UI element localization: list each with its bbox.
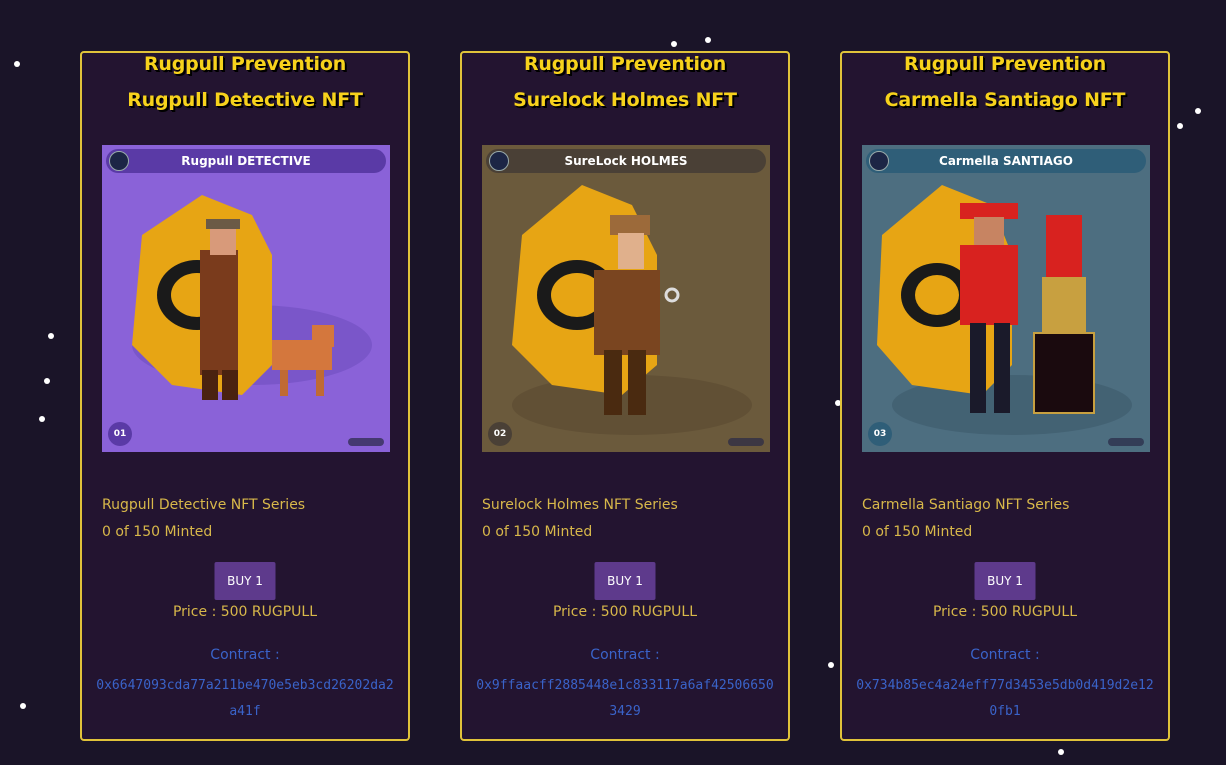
contract-label[interactable]: Contract : xyxy=(462,647,788,663)
price-label: Price : 500 RUGPULL xyxy=(552,604,698,620)
star xyxy=(671,41,677,47)
price-label: Price : 500 RUGPULL xyxy=(172,604,318,620)
series-label: Carmella Santiago NFT Series xyxy=(862,497,1070,513)
nft-number: 01 xyxy=(108,422,132,446)
star xyxy=(705,37,711,43)
detective-artwork xyxy=(132,195,372,400)
nft-banner-text: Carmella SANTIAGO xyxy=(939,154,1073,168)
holmes-artwork xyxy=(512,185,752,435)
nft-tag xyxy=(728,438,764,446)
nft-banner: Rugpull DETECTIVE xyxy=(106,149,386,173)
card-title: Rugpull Prevention xyxy=(903,53,1107,75)
star xyxy=(44,378,50,384)
nft-number: 02 xyxy=(488,422,512,446)
contract-address-link[interactable]: 0x9ffaacff2885448e1c833117a6af4250665034… xyxy=(476,673,774,725)
series-label: Surelock Holmes NFT Series xyxy=(482,497,678,513)
badge-icon xyxy=(109,151,129,171)
nft-banner-text: Rugpull DETECTIVE xyxy=(181,154,311,168)
star xyxy=(20,703,26,709)
contract-address-link[interactable]: 0x734b85ec4a24eff77d3453e5db0d419d2e120f… xyxy=(856,673,1154,725)
star xyxy=(1177,123,1183,129)
nft-image: SureLock HOLMES 02 xyxy=(482,145,770,452)
nft-image: Rugpull DETECTIVE 01 xyxy=(102,145,390,452)
nft-image: Carmella SANTIAGO 03 xyxy=(862,145,1150,452)
card-title: Rugpull Prevention xyxy=(143,53,347,75)
nft-tag xyxy=(1108,438,1144,446)
contract-label[interactable]: Contract : xyxy=(842,647,1168,663)
nft-card: Rugpull Prevention Carmella Santiago NFT… xyxy=(840,51,1170,741)
contract-address-link[interactable]: 0x6647093cda77a211be470e5eb3cd26202da2a4… xyxy=(96,673,394,725)
minted-count: 0 of 150 Minted xyxy=(482,524,593,540)
nft-card: Rugpull Prevention Surelock Holmes NFT S… xyxy=(460,51,790,741)
nft-banner-text: SureLock HOLMES xyxy=(564,154,688,168)
nft-banner: SureLock HOLMES xyxy=(486,149,766,173)
buy-button[interactable]: BUY 1 xyxy=(594,562,656,600)
series-label: Rugpull Detective NFT Series xyxy=(102,497,306,513)
nft-banner: Carmella SANTIAGO xyxy=(866,149,1146,173)
star xyxy=(1195,108,1201,114)
buy-button[interactable]: BUY 1 xyxy=(214,562,276,600)
card-subtitle: Rugpull Detective NFT xyxy=(127,89,363,111)
star xyxy=(14,61,20,67)
badge-icon xyxy=(489,151,509,171)
minted-count: 0 of 150 Minted xyxy=(102,524,213,540)
star xyxy=(48,333,54,339)
nft-number: 03 xyxy=(868,422,892,446)
star xyxy=(39,416,45,422)
badge-icon xyxy=(869,151,889,171)
santiago-artwork xyxy=(877,185,1132,435)
star xyxy=(1058,749,1064,755)
card-subtitle: Surelock Holmes NFT xyxy=(513,89,737,111)
contract-label[interactable]: Contract : xyxy=(82,647,408,663)
star xyxy=(828,662,834,668)
minted-count: 0 of 150 Minted xyxy=(862,524,973,540)
price-label: Price : 500 RUGPULL xyxy=(932,604,1078,620)
card-subtitle: Carmella Santiago NFT xyxy=(884,89,1126,111)
buy-button[interactable]: BUY 1 xyxy=(974,562,1036,600)
nft-tag xyxy=(348,438,384,446)
nft-card: Rugpull Prevention Rugpull Detective NFT… xyxy=(80,51,410,741)
card-title: Rugpull Prevention xyxy=(523,53,727,75)
